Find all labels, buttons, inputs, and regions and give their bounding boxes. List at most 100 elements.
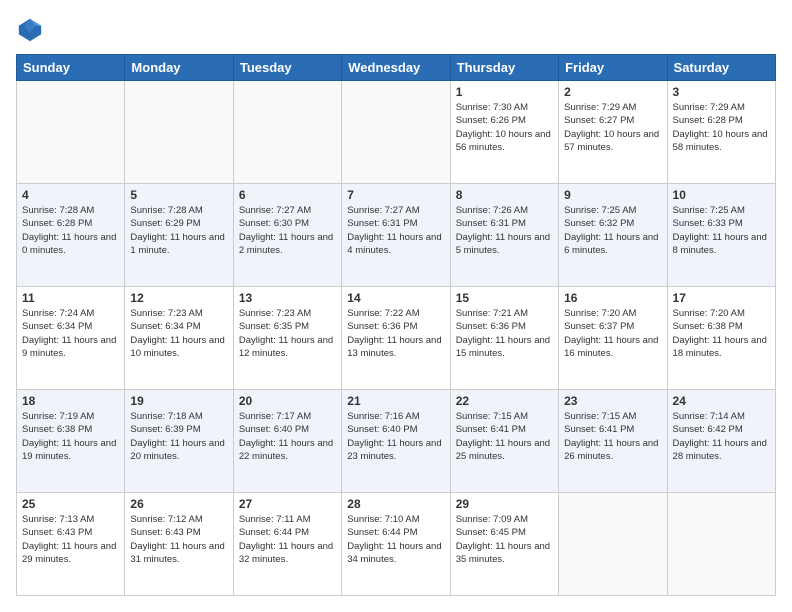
day-info: Sunrise: 7:28 AMSunset: 6:29 PMDaylight:… <box>130 204 227 257</box>
calendar-cell: 15 Sunrise: 7:21 AMSunset: 6:36 PMDayligh… <box>450 287 558 390</box>
day-info: Sunrise: 7:26 AMSunset: 6:31 PMDaylight:… <box>456 204 553 257</box>
day-info: Sunrise: 7:30 AMSunset: 6:26 PMDaylight:… <box>456 101 553 154</box>
day-info: Sunrise: 7:23 AMSunset: 6:34 PMDaylight:… <box>130 307 227 360</box>
day-info: Sunrise: 7:09 AMSunset: 6:45 PMDaylight:… <box>456 513 553 566</box>
calendar-cell <box>559 493 667 596</box>
col-saturday: Saturday <box>667 55 775 81</box>
day-info: Sunrise: 7:18 AMSunset: 6:39 PMDaylight:… <box>130 410 227 463</box>
day-number: 15 <box>456 291 553 305</box>
calendar-cell: 13Sunrise: 7:23 AMSunset: 6:35 PMDayligh… <box>233 287 341 390</box>
calendar-cell: 18 Sunrise: 7:19 AMSunset: 6:38 PMDayligh… <box>17 390 125 493</box>
day-info: Sunrise: 7:28 AMSunset: 6:28 PMDaylight:… <box>22 204 119 257</box>
page: Sunday Monday Tuesday Wednesday Thursday… <box>0 0 792 612</box>
day-info: Sunrise: 7:24 AMSunset: 6:34 PMDaylight:… <box>22 307 119 360</box>
header <box>16 16 776 44</box>
day-number: 28 <box>347 497 444 511</box>
calendar-cell: 11 Sunrise: 7:24 AMSunset: 6:34 PMDayligh… <box>17 287 125 390</box>
calendar-cell: 25 Sunrise: 7:13 AMSunset: 6:43 PMDayligh… <box>17 493 125 596</box>
calendar-cell: 2 Sunrise: 7:29 AMSunset: 6:27 PMDaylight… <box>559 81 667 184</box>
day-number: 6 <box>239 188 336 202</box>
calendar-cell: 1 Sunrise: 7:30 AMSunset: 6:26 PMDaylight… <box>450 81 558 184</box>
calendar-cell: 10 Sunrise: 7:25 AMSunset: 6:33 PMDayligh… <box>667 184 775 287</box>
calendar-cell: 19Sunrise: 7:18 AMSunset: 6:39 PMDayligh… <box>125 390 233 493</box>
day-info: Sunrise: 7:20 AMSunset: 6:38 PMDaylight:… <box>673 307 770 360</box>
col-thursday: Thursday <box>450 55 558 81</box>
day-info: Sunrise: 7:15 AMSunset: 6:41 PMDaylight:… <box>456 410 553 463</box>
day-number: 21 <box>347 394 444 408</box>
day-info: Sunrise: 7:25 AMSunset: 6:32 PMDaylight:… <box>564 204 661 257</box>
day-number: 24 <box>673 394 770 408</box>
day-number: 29 <box>456 497 553 511</box>
calendar-cell: 27Sunrise: 7:11 AMSunset: 6:44 PMDayligh… <box>233 493 341 596</box>
day-info: Sunrise: 7:14 AMSunset: 6:42 PMDaylight:… <box>673 410 770 463</box>
day-number: 5 <box>130 188 227 202</box>
calendar-cell: 24 Sunrise: 7:14 AMSunset: 6:42 PMDayligh… <box>667 390 775 493</box>
calendar-week-row: 1 Sunrise: 7:30 AMSunset: 6:26 PMDaylight… <box>17 81 776 184</box>
calendar-cell: 22 Sunrise: 7:15 AMSunset: 6:41 PMDayligh… <box>450 390 558 493</box>
calendar-week-row: 4 Sunrise: 7:28 AMSunset: 6:28 PMDaylight… <box>17 184 776 287</box>
day-number: 1 <box>456 85 553 99</box>
col-tuesday: Tuesday <box>233 55 341 81</box>
calendar-cell: 23 Sunrise: 7:15 AMSunset: 6:41 PMDayligh… <box>559 390 667 493</box>
day-info: Sunrise: 7:25 AMSunset: 6:33 PMDaylight:… <box>673 204 770 257</box>
day-number: 12 <box>130 291 227 305</box>
calendar-week-row: 11 Sunrise: 7:24 AMSunset: 6:34 PMDayligh… <box>17 287 776 390</box>
day-number: 11 <box>22 291 119 305</box>
day-info: Sunrise: 7:22 AMSunset: 6:36 PMDaylight:… <box>347 307 444 360</box>
calendar-header-row: Sunday Monday Tuesday Wednesday Thursday… <box>17 55 776 81</box>
calendar-cell: 4 Sunrise: 7:28 AMSunset: 6:28 PMDaylight… <box>17 184 125 287</box>
day-number: 7 <box>347 188 444 202</box>
col-monday: Monday <box>125 55 233 81</box>
day-info: Sunrise: 7:29 AMSunset: 6:28 PMDaylight:… <box>673 101 770 154</box>
day-number: 9 <box>564 188 661 202</box>
calendar-cell: 20Sunrise: 7:17 AMSunset: 6:40 PMDayligh… <box>233 390 341 493</box>
day-number: 20 <box>239 394 336 408</box>
logo-icon <box>16 16 44 44</box>
day-info: Sunrise: 7:21 AMSunset: 6:36 PMDaylight:… <box>456 307 553 360</box>
calendar-cell: 28Sunrise: 7:10 AMSunset: 6:44 PMDayligh… <box>342 493 450 596</box>
day-number: 17 <box>673 291 770 305</box>
day-info: Sunrise: 7:20 AMSunset: 6:37 PMDaylight:… <box>564 307 661 360</box>
calendar-cell: 16Sunrise: 7:20 AMSunset: 6:37 PMDayligh… <box>559 287 667 390</box>
calendar-cell: 21 Sunrise: 7:16 AMSunset: 6:40 PMDayligh… <box>342 390 450 493</box>
col-wednesday: Wednesday <box>342 55 450 81</box>
calendar-cell: 14 Sunrise: 7:22 AMSunset: 6:36 PMDayligh… <box>342 287 450 390</box>
calendar-cell: 17 Sunrise: 7:20 AMSunset: 6:38 PMDayligh… <box>667 287 775 390</box>
calendar-cell: 6Sunrise: 7:27 AMSunset: 6:30 PMDaylight… <box>233 184 341 287</box>
day-number: 27 <box>239 497 336 511</box>
day-number: 14 <box>347 291 444 305</box>
day-number: 18 <box>22 394 119 408</box>
col-sunday: Sunday <box>17 55 125 81</box>
day-number: 8 <box>456 188 553 202</box>
day-info: Sunrise: 7:13 AMSunset: 6:43 PMDaylight:… <box>22 513 119 566</box>
day-number: 3 <box>673 85 770 99</box>
calendar-cell: 29 Sunrise: 7:09 AMSunset: 6:45 PMDayligh… <box>450 493 558 596</box>
calendar-cell: 3 Sunrise: 7:29 AMSunset: 6:28 PMDaylight… <box>667 81 775 184</box>
calendar-cell <box>125 81 233 184</box>
day-number: 22 <box>456 394 553 408</box>
day-info: Sunrise: 7:27 AMSunset: 6:31 PMDaylight:… <box>347 204 444 257</box>
day-number: 13 <box>239 291 336 305</box>
day-number: 2 <box>564 85 661 99</box>
day-info: Sunrise: 7:15 AMSunset: 6:41 PMDaylight:… <box>564 410 661 463</box>
calendar-week-row: 25 Sunrise: 7:13 AMSunset: 6:43 PMDayligh… <box>17 493 776 596</box>
calendar-cell <box>667 493 775 596</box>
day-number: 25 <box>22 497 119 511</box>
calendar-cell: 5 Sunrise: 7:28 AMSunset: 6:29 PMDaylight… <box>125 184 233 287</box>
day-number: 23 <box>564 394 661 408</box>
calendar-cell: 12 Sunrise: 7:23 AMSunset: 6:34 PMDayligh… <box>125 287 233 390</box>
calendar-table: Sunday Monday Tuesday Wednesday Thursday… <box>16 54 776 596</box>
day-info: Sunrise: 7:16 AMSunset: 6:40 PMDaylight:… <box>347 410 444 463</box>
calendar-cell <box>17 81 125 184</box>
calendar-cell: 9 Sunrise: 7:25 AMSunset: 6:32 PMDaylight… <box>559 184 667 287</box>
day-info: Sunrise: 7:29 AMSunset: 6:27 PMDaylight:… <box>564 101 661 154</box>
calendar-week-row: 18 Sunrise: 7:19 AMSunset: 6:38 PMDayligh… <box>17 390 776 493</box>
calendar-cell: 26Sunrise: 7:12 AMSunset: 6:43 PMDayligh… <box>125 493 233 596</box>
day-info: Sunrise: 7:19 AMSunset: 6:38 PMDaylight:… <box>22 410 119 463</box>
col-friday: Friday <box>559 55 667 81</box>
calendar-cell <box>233 81 341 184</box>
calendar-cell: 7 Sunrise: 7:27 AMSunset: 6:31 PMDaylight… <box>342 184 450 287</box>
calendar-cell <box>342 81 450 184</box>
day-number: 4 <box>22 188 119 202</box>
day-number: 10 <box>673 188 770 202</box>
